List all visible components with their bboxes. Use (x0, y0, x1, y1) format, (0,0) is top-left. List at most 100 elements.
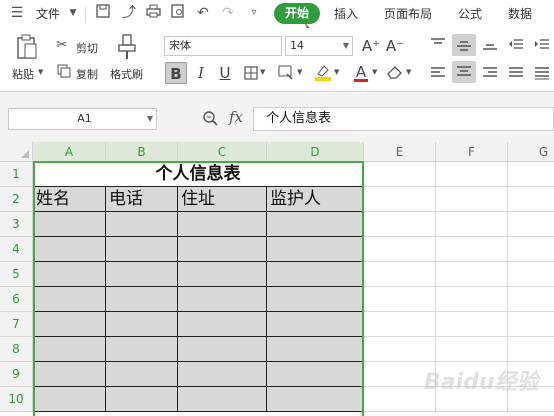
row-header-3[interactable]: 3 (0, 212, 33, 237)
empty-cell[interactable] (364, 212, 436, 237)
save-icon[interactable] (94, 4, 112, 22)
row-header-2[interactable]: 2 (0, 187, 33, 212)
empty-cell[interactable] (508, 237, 554, 262)
empty-cell[interactable] (508, 287, 554, 312)
data-cell[interactable] (267, 262, 364, 287)
data-cell[interactable] (178, 287, 267, 312)
copy-icon[interactable] (57, 64, 71, 81)
column-header-g[interactable]: G (508, 142, 554, 162)
print-icon[interactable] (144, 4, 162, 22)
decrease-indent-icon[interactable] (508, 38, 524, 53)
column-header-a[interactable]: A (33, 142, 106, 162)
border-dropdown-icon[interactable]: ▼ (260, 68, 265, 76)
empty-cell[interactable] (508, 337, 554, 362)
copy-button[interactable]: 复制 (76, 66, 98, 82)
shrink-font-button[interactable]: A⁻ (384, 35, 406, 57)
data-cell[interactable] (106, 362, 178, 387)
data-cell[interactable] (267, 387, 364, 412)
highlight-dropdown-icon[interactable]: ▼ (334, 68, 339, 76)
distributed-align-icon[interactable] (534, 66, 550, 83)
select-all-corner[interactable] (0, 142, 33, 162)
border-icon[interactable] (244, 66, 258, 83)
data-cell[interactable] (178, 337, 267, 362)
empty-cell[interactable] (436, 337, 508, 362)
column-header-c[interactable]: C (178, 142, 267, 162)
name-box[interactable]: A1 ▼ (8, 108, 157, 130)
header-cell-name[interactable]: 姓名 (33, 187, 106, 212)
scissors-icon[interactable]: ✂ (56, 37, 68, 53)
empty-cell[interactable] (436, 212, 508, 237)
row-header-10[interactable]: 10 (0, 387, 33, 412)
data-cell[interactable] (106, 387, 178, 412)
data-cell[interactable] (33, 237, 106, 262)
align-middle-icon[interactable] (452, 34, 476, 56)
row-header-7[interactable]: 7 (0, 312, 33, 337)
font-name-select[interactable]: 宋体 (164, 36, 282, 56)
data-cell[interactable] (106, 287, 178, 312)
fx-button[interactable]: fx (229, 108, 243, 126)
empty-cell[interactable] (508, 262, 554, 287)
tab-formulas[interactable]: 公式 (458, 5, 482, 22)
paste-dropdown-icon[interactable]: ▼ (38, 68, 43, 76)
highlight-icon[interactable] (314, 62, 332, 85)
data-cell[interactable] (106, 312, 178, 337)
paste-label[interactable]: 粘贴 (12, 66, 34, 82)
paste-icon[interactable] (16, 34, 38, 63)
eraser-dropdown-icon[interactable]: ▼ (406, 68, 411, 76)
title-cell[interactable]: 个人信息表 (33, 162, 363, 187)
empty-cell[interactable] (508, 312, 554, 337)
row-header-6[interactable]: 6 (0, 287, 33, 312)
data-cell[interactable] (33, 262, 106, 287)
fill-color-icon[interactable] (278, 65, 294, 84)
export-icon[interactable]: ⤴ (120, 4, 138, 22)
cut-button[interactable]: 剪切 (76, 40, 98, 56)
format-painter-label[interactable]: 格式刷 (110, 66, 143, 82)
customize-toolbar-icon[interactable]: ▿ (245, 4, 263, 22)
bold-button[interactable]: B (165, 62, 187, 84)
underline-button[interactable]: U (214, 62, 236, 84)
empty-cell[interactable] (436, 262, 508, 287)
align-center-icon[interactable] (452, 61, 476, 83)
row-header-4[interactable]: 4 (0, 237, 33, 262)
data-cell[interactable] (178, 212, 267, 237)
empty-cell[interactable] (508, 162, 554, 187)
data-cell[interactable] (106, 212, 178, 237)
empty-cell[interactable] (508, 187, 554, 212)
eraser-icon[interactable] (386, 64, 404, 83)
data-cell[interactable] (33, 287, 106, 312)
data-cell[interactable] (267, 237, 364, 262)
formula-input[interactable]: 个人信息表 (253, 107, 554, 131)
file-dropdown-icon[interactable]: ▼ (64, 4, 82, 22)
print-preview-icon[interactable] (169, 4, 187, 22)
tab-page-layout[interactable]: 页面布局 (384, 5, 432, 22)
empty-cell[interactable] (436, 187, 508, 212)
column-header-f[interactable]: F (436, 142, 508, 162)
empty-cell[interactable] (436, 312, 508, 337)
data-cell[interactable] (33, 362, 106, 387)
data-cell[interactable] (106, 262, 178, 287)
row-header-8[interactable]: 8 (0, 337, 33, 362)
font-size-select[interactable]: 14 ▼ (285, 36, 353, 56)
data-cell[interactable] (267, 212, 364, 237)
column-header-e[interactable]: E (364, 142, 436, 162)
align-right-icon[interactable] (482, 66, 498, 83)
data-cell[interactable] (178, 312, 267, 337)
empty-cell[interactable] (508, 212, 554, 237)
grow-font-button[interactable]: A⁺ (360, 35, 382, 57)
empty-cell[interactable] (436, 237, 508, 262)
hamburger-menu-icon[interactable]: ☰ (8, 4, 26, 22)
empty-cell[interactable] (364, 187, 436, 212)
tab-data[interactable]: 数据 (508, 5, 532, 22)
data-cell[interactable] (178, 387, 267, 412)
undo-icon[interactable]: ↶ (194, 4, 212, 22)
align-bottom-icon[interactable] (482, 38, 498, 53)
font-color-button[interactable]: A (350, 61, 372, 83)
file-menu[interactable]: 文件 (36, 5, 60, 22)
empty-cell[interactable] (364, 312, 436, 337)
empty-cell[interactable] (364, 237, 436, 262)
font-color-dropdown-icon[interactable]: ▼ (372, 68, 377, 76)
data-cell[interactable] (178, 237, 267, 262)
empty-cell[interactable] (436, 162, 508, 187)
data-cell[interactable] (106, 337, 178, 362)
empty-cell[interactable] (364, 162, 436, 187)
